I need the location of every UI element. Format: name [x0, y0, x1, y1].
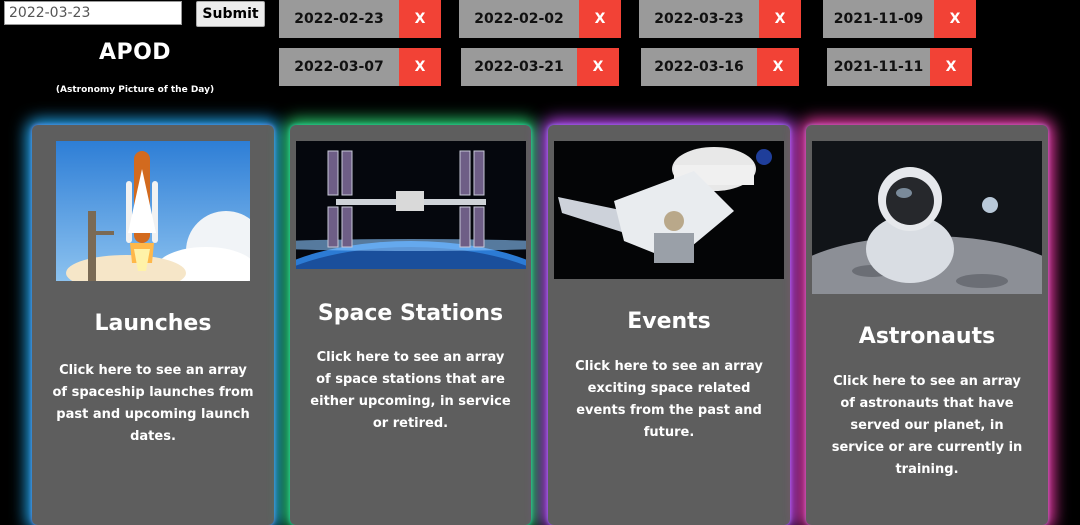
- card-launches[interactable]: Launches Click here to see an array of s…: [32, 125, 274, 525]
- remove-date-button[interactable]: X: [399, 0, 441, 38]
- saved-date-chip: 2022-03-23 X: [639, 0, 801, 38]
- card-title: Events: [627, 309, 711, 334]
- saved-date-button[interactable]: 2021-11-09: [823, 0, 934, 38]
- saved-date-button[interactable]: 2022-03-23: [639, 0, 759, 38]
- space-station-orbit-image: [296, 141, 526, 269]
- astronaut-on-moon-image: [812, 141, 1042, 294]
- page-title: APOD: [98, 40, 172, 65]
- card-description: Click here to see an array of spaceship …: [52, 363, 254, 444]
- saved-date-button[interactable]: 2022-03-07: [279, 48, 399, 86]
- card-astronauts[interactable]: Astronauts Click here to see an array of…: [806, 125, 1048, 525]
- submit-button[interactable]: Submit: [196, 1, 265, 27]
- remove-date-button[interactable]: X: [399, 48, 441, 86]
- card-events[interactable]: Events Click here to see an array exciti…: [548, 125, 790, 525]
- saved-date-chip: 2021-11-11 X: [827, 48, 972, 86]
- card-description: Click here to see an array of space stat…: [310, 350, 511, 431]
- card-description: Click here to see an array of astronauts…: [831, 374, 1023, 477]
- saved-date-button[interactable]: 2021-11-11: [827, 48, 930, 86]
- saved-date-chip: 2022-03-16 X: [641, 48, 799, 86]
- saved-date-button[interactable]: 2022-03-16: [641, 48, 757, 86]
- saved-date-button[interactable]: 2022-03-21: [461, 48, 577, 86]
- saved-date-chip: 2022-02-02 X: [459, 0, 621, 38]
- card-space-stations[interactable]: Space Stations Click here to see an arra…: [290, 125, 531, 525]
- card-title: Astronauts: [858, 324, 996, 349]
- space-shuttle-launch-image: [56, 141, 250, 281]
- remove-date-button[interactable]: X: [934, 0, 976, 38]
- date-input[interactable]: [4, 1, 182, 25]
- saved-date-button[interactable]: 2022-02-23: [279, 0, 399, 38]
- remove-date-button[interactable]: X: [930, 48, 972, 86]
- saved-date-button[interactable]: 2022-02-02: [459, 0, 579, 38]
- remove-date-button[interactable]: X: [757, 48, 799, 86]
- saved-date-chip: 2022-03-07 X: [279, 48, 441, 86]
- card-description: Click here to see an array exciting spac…: [575, 359, 763, 440]
- saved-date-chip: 2021-11-09 X: [823, 0, 976, 38]
- card-title: Launches: [94, 311, 212, 336]
- page-subtitle: (Astronomy Picture of the Day): [55, 85, 215, 95]
- saved-date-chip: 2022-02-23 X: [279, 0, 441, 38]
- remove-date-button[interactable]: X: [579, 0, 621, 38]
- spacecraft-docking-image: [554, 141, 784, 279]
- remove-date-button[interactable]: X: [577, 48, 619, 86]
- card-title: Space Stations: [317, 301, 504, 326]
- remove-date-button[interactable]: X: [759, 0, 801, 38]
- saved-date-chip: 2022-03-21 X: [461, 48, 619, 86]
